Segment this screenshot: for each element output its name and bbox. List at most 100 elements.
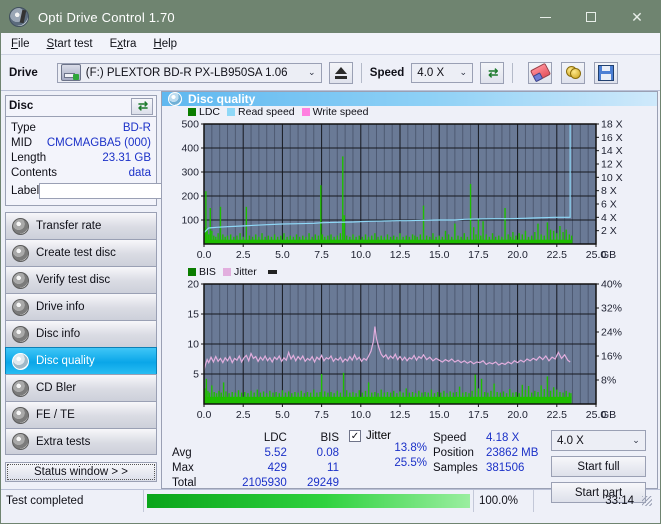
svg-text:500: 500: [181, 119, 199, 131]
row-label-avg: Avg: [172, 446, 192, 459]
close-button[interactable]: ✕: [614, 1, 660, 33]
progress-percent: 100.0%: [474, 489, 534, 512]
disc-icon: [12, 217, 29, 235]
legend-bottom-chart: BIS Jitter: [162, 266, 657, 278]
svg-text:12.5: 12.5: [390, 249, 411, 261]
svg-text:20: 20: [187, 279, 199, 291]
content-panel-wrap: Disc quality LDC Read speed Write speed: [161, 91, 661, 503]
col-header-ldc: LDC: [263, 431, 287, 444]
disc-icon: [12, 325, 29, 343]
save-button[interactable]: [594, 61, 619, 84]
sidebar-item-disc-quality[interactable]: Disc quality: [5, 347, 157, 374]
chevron-down-icon: ⌄: [459, 67, 468, 77]
svg-text:5.0: 5.0: [275, 409, 290, 421]
samples-label: Samples: [433, 461, 478, 474]
jitter-checkbox[interactable]: ✓: [349, 430, 361, 442]
status-message: Test completed: [1, 489, 144, 512]
svg-text:15.0: 15.0: [429, 249, 450, 261]
svg-text:GB: GB: [601, 249, 616, 261]
sidebar-item-create-test-disc[interactable]: Create test disc: [5, 239, 157, 266]
toolbar-divider-2: [512, 62, 514, 83]
sidebar-item-disc-info[interactable]: Disc info: [5, 320, 157, 347]
legend-entry-read-speed: Read speed: [227, 106, 295, 118]
test-speed-select[interactable]: 4.0 X ⌄: [551, 430, 646, 451]
test-speed-value: 4.0 X: [557, 434, 584, 447]
disc-row-mid: MID CMCMAGBA5 (000): [11, 135, 151, 150]
sidebar-item-cd-bler[interactable]: CD Bler: [5, 374, 157, 401]
sidebar-item-label: Disc info: [36, 328, 81, 340]
sidebar-item-extra-tests[interactable]: Extra tests: [5, 428, 157, 455]
sidebar-item-drive-info[interactable]: Drive info: [5, 293, 157, 320]
sidebar-item-transfer-rate[interactable]: Transfer rate: [5, 212, 157, 239]
bis-jitter-chart: 5 10 15 20 8% 16% 24% 32% 40% 0.0 2.5 5.0 7.5 10.0 12.…: [162, 278, 657, 426]
resize-grip-icon[interactable]: [642, 495, 652, 506]
speed-select[interactable]: 4.0 X ⌄: [411, 62, 474, 83]
position-row: Position 23862 MB: [433, 445, 551, 460]
disc-info-box: Disc ⇄ Type BD-R MID CMCMAGBA5 (000) Len…: [5, 95, 243, 206]
svg-text:10.0: 10.0: [351, 249, 372, 261]
minimize-button[interactable]: [522, 1, 568, 33]
start-full-button[interactable]: Start full: [551, 456, 646, 477]
legend-entry-write-speed: Write speed: [301, 106, 369, 118]
test-nav-list: Transfer rate Create test disc Verify te…: [5, 212, 157, 455]
main-content: Disc ⇄ Type BD-R MID CMCMAGBA5 (000) Len…: [1, 91, 661, 503]
table-row: Max 429 11: [168, 460, 343, 475]
menu-extra[interactable]: Extra: [110, 38, 137, 50]
eject-button[interactable]: [328, 61, 353, 84]
disc-refresh-button[interactable]: ⇄: [131, 97, 153, 115]
menu-start-test[interactable]: Start test: [47, 38, 93, 50]
scale-marker-icon: [267, 270, 277, 274]
drive-select[interactable]: (F:) PLEXTOR BD-R PX-LB950SA 1.06 ⌄: [56, 62, 322, 83]
table-row: Total 2105930 29249: [168, 475, 343, 490]
refresh-button[interactable]: ⇄: [480, 61, 505, 84]
jitter-avg-value: 13.8%: [394, 442, 427, 454]
row-label-total: Total: [172, 476, 197, 489]
svg-text:2 X: 2 X: [601, 225, 617, 237]
svg-text:100: 100: [181, 215, 199, 227]
disc-length-value: 23.31 GB: [102, 151, 151, 164]
total-ldc-value: 2105930: [242, 476, 287, 489]
gold-discs-icon: [565, 66, 581, 79]
svg-text:7.5: 7.5: [314, 409, 329, 421]
disc-icon: [12, 298, 29, 316]
legend-swatch-bis: [188, 268, 196, 276]
legend-swatch-ldc: [188, 108, 196, 116]
maximize-button[interactable]: [568, 1, 614, 33]
sidebar-item-label: FE / TE: [36, 409, 75, 421]
drive-select-value: (F:) PLEXTOR BD-R PX-LB950SA 1.06: [85, 66, 288, 79]
close-icon: ✕: [631, 9, 643, 25]
svg-text:200: 200: [181, 191, 199, 203]
eject-icon: [334, 66, 347, 79]
app-window: Opti Drive Control 1.70 ✕ FFileile Start…: [0, 0, 661, 524]
sidebar-item-label: Disc quality: [36, 355, 95, 367]
svg-text:20.0: 20.0: [507, 249, 528, 261]
speed-result-label: Speed: [433, 431, 467, 444]
ldc-chart: 100 200 300 400 500 2 X4 X6 X8 X 10 X 12 X 14 X1…: [162, 118, 657, 266]
panel-header: Disc quality: [162, 92, 657, 106]
status-window-button[interactable]: Status window > >: [5, 462, 157, 482]
erase-button[interactable]: [528, 61, 553, 84]
menu-help[interactable]: Help: [153, 38, 177, 50]
legend-label-bis: BIS: [199, 266, 216, 278]
disc-row-contents: Contents data: [11, 165, 151, 180]
svg-text:15.0: 15.0: [429, 409, 450, 421]
menu-file[interactable]: FFileile: [11, 38, 30, 50]
chevron-down-icon: ⌄: [308, 67, 316, 77]
eraser-icon: [529, 62, 551, 83]
sidebar-item-fe-te[interactable]: FE / TE: [5, 401, 157, 428]
elapsed-time: 33:14: [534, 490, 660, 512]
svg-text:40%: 40%: [601, 279, 622, 291]
disc-length-label: Length: [11, 151, 47, 164]
disc-row-type: Type BD-R: [11, 120, 151, 135]
speed-row: Speed 4.18 X: [433, 430, 551, 445]
speed-label: Speed: [369, 66, 405, 79]
svg-text:300: 300: [181, 167, 199, 179]
app-disc-icon: [9, 7, 29, 27]
svg-text:7.5: 7.5: [314, 249, 329, 261]
sidebar-item-verify-test-disc[interactable]: Verify test disc: [5, 266, 157, 293]
toolbar-divider-1: [360, 62, 362, 83]
title-bar: Opti Drive Control 1.70 ✕: [1, 1, 660, 33]
max-bis-value: 11: [327, 461, 339, 474]
svg-text:14 X: 14 X: [601, 145, 623, 157]
tools-button[interactable]: [561, 61, 586, 84]
